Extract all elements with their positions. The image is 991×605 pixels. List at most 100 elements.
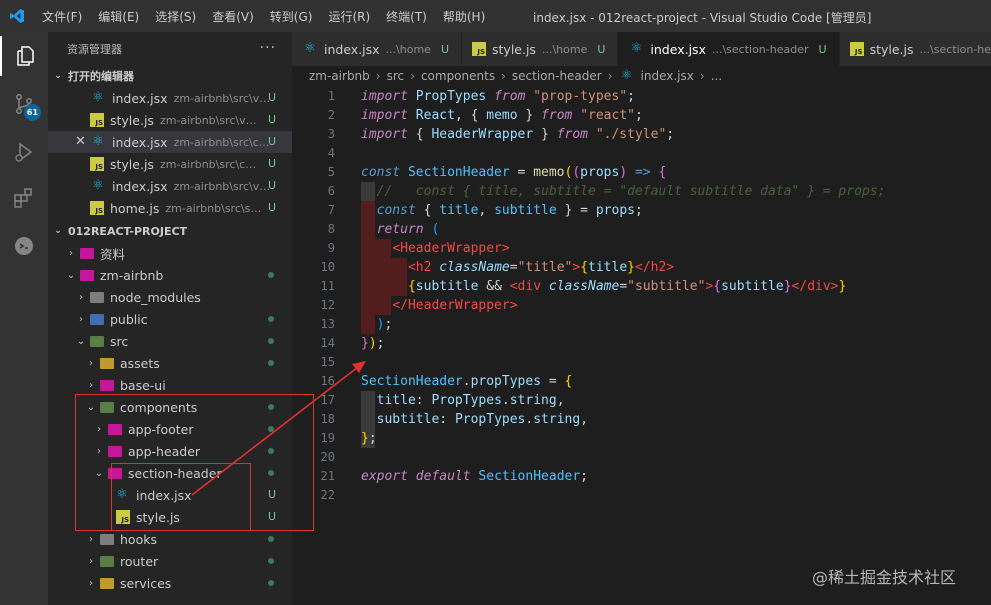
code-line[interactable]: ); bbox=[361, 315, 393, 334]
code-token: } bbox=[533, 127, 557, 142]
menu-view[interactable]: 查看(V) bbox=[204, 8, 262, 25]
code-token: . bbox=[501, 393, 510, 408]
folder-icon bbox=[80, 270, 94, 281]
menu-terminal[interactable]: 终端(T) bbox=[378, 8, 435, 25]
code-token: { bbox=[564, 374, 573, 389]
code-token: <div bbox=[509, 279, 542, 294]
breadcrumb-item[interactable]: index.jsx bbox=[641, 69, 694, 83]
code-line[interactable]: <h2 className="title">{title}</h2> bbox=[361, 258, 674, 277]
tree-folder[interactable]: › services bbox=[48, 572, 292, 594]
breadcrumb-item[interactable]: components bbox=[421, 69, 495, 83]
chevron-right-icon: › bbox=[69, 247, 73, 259]
code-line[interactable]: }); bbox=[361, 334, 384, 353]
code-line[interactable]: import PropTypes from "prop-types"; bbox=[361, 87, 635, 106]
extensions-icon[interactable] bbox=[0, 178, 48, 218]
js-file-icon: JS bbox=[849, 42, 864, 56]
tree-folder[interactable]: ⌄ zm-airbnb bbox=[48, 264, 292, 286]
code-token: , bbox=[580, 412, 589, 427]
code-token: title bbox=[439, 203, 479, 218]
code-line[interactable]: return ( bbox=[361, 220, 440, 239]
code-line[interactable]: <HeaderWrapper> bbox=[361, 239, 509, 258]
tree-folder[interactable]: › base-ui bbox=[48, 374, 292, 396]
menu-help[interactable]: 帮助(H) bbox=[435, 8, 493, 25]
code-line[interactable]: import { HeaderWrapper } from "./style"; bbox=[361, 125, 674, 144]
code-line[interactable]: SectionHeader.propTypes = { bbox=[361, 372, 572, 391]
react-file-icon: ⚛ bbox=[620, 68, 633, 83]
code-token: HeaderWrapper bbox=[431, 127, 534, 142]
chevron-down-icon: ⌄ bbox=[76, 335, 86, 347]
explorer-icon[interactable] bbox=[0, 36, 48, 76]
file-path: zm-airbnb\src\vi... bbox=[173, 91, 272, 105]
open-editor-item[interactable]: JS style.js zm-airbnb\src\co... U bbox=[48, 153, 292, 175]
watermark: @稀土掘金技术社区 bbox=[812, 568, 957, 587]
source-control-badge: 61 bbox=[24, 104, 41, 121]
code-line[interactable]: export default SectionHeader; bbox=[361, 467, 588, 486]
tree-folder[interactable]: › 资料 bbox=[48, 242, 292, 264]
breadcrumb-item[interactable]: section-header bbox=[512, 69, 602, 83]
line-number: 6 bbox=[327, 184, 335, 198]
menu-file[interactable]: 文件(F) bbox=[34, 8, 90, 25]
code-line[interactable]: // const { title, subtitle = "default su… bbox=[361, 182, 886, 201]
run-debug-icon[interactable] bbox=[0, 132, 48, 172]
code-token: } = bbox=[556, 203, 596, 218]
code-editor[interactable]: 1 2 3 4 5 6 7 8 9 10 11 12 13 14 15 16 1… bbox=[292, 86, 991, 605]
code-token: "subtitle" bbox=[627, 279, 706, 294]
breadcrumb-item[interactable]: zm-airbnb bbox=[309, 69, 370, 83]
tab-style-section-header[interactable]: JS style.js ...\section-hea bbox=[839, 32, 991, 66]
menu-selection[interactable]: 选择(S) bbox=[147, 8, 204, 25]
tree-folder[interactable]: › assets bbox=[48, 352, 292, 374]
open-editor-item[interactable]: JS style.js zm-airbnb\src\vie... U bbox=[48, 109, 292, 131]
code-line[interactable]: const SectionHeader = memo((props) => { bbox=[361, 163, 666, 182]
code-token: ; bbox=[634, 203, 643, 218]
close-icon[interactable]: ✕ bbox=[75, 134, 86, 149]
code-token: ; bbox=[376, 336, 385, 351]
open-editor-item-active[interactable]: ✕ ⚛ index.jsx zm-airbnb\src\c... U bbox=[48, 131, 292, 153]
code-line[interactable]: }; bbox=[361, 429, 377, 448]
tree-folder[interactable]: › router bbox=[48, 550, 292, 572]
folder-name: assets bbox=[120, 355, 160, 371]
tab-index-home[interactable]: ⚛ index.jsx ...\home U bbox=[292, 32, 463, 66]
tab-index-section-header[interactable]: ⚛ index.jsx ...\section-header U bbox=[618, 32, 840, 66]
code-token: title bbox=[376, 393, 416, 408]
folder-icon bbox=[100, 578, 114, 589]
code-line[interactable]: import React, { memo } from "react"; bbox=[361, 106, 643, 125]
open-editor-item[interactable]: ⚛ index.jsx zm-airbnb\src\vi... U bbox=[48, 175, 292, 197]
tree-folder[interactable]: › hooks bbox=[48, 528, 292, 550]
source-control-icon[interactable] bbox=[0, 84, 48, 124]
code-line[interactable]: const { title, subtitle } = props; bbox=[361, 201, 643, 220]
code-token: from bbox=[494, 89, 526, 104]
menu-run[interactable]: 运行(R) bbox=[320, 8, 378, 25]
tab-path: ...\home bbox=[541, 42, 588, 56]
menu-go[interactable]: 转到(G) bbox=[262, 8, 321, 25]
tree-folder[interactable]: ⌄ src bbox=[48, 330, 292, 352]
code-token: import bbox=[361, 89, 408, 104]
line-number: 2 bbox=[327, 108, 335, 122]
open-editor-item[interactable]: ⚛ index.jsx zm-airbnb\src\vi... U bbox=[48, 87, 292, 109]
code-token: export bbox=[361, 469, 408, 484]
breadcrumb-item[interactable]: src bbox=[387, 69, 405, 83]
more-actions-icon[interactable]: ··· bbox=[260, 40, 276, 56]
tree-folder[interactable]: › public bbox=[48, 308, 292, 330]
code-token: default bbox=[415, 469, 471, 484]
breadcrumb-item[interactable]: ... bbox=[711, 69, 722, 83]
menu-edit[interactable]: 编辑(E) bbox=[90, 8, 147, 25]
code-line[interactable]: {subtitle && <div className="subtitle">{… bbox=[361, 277, 846, 296]
open-editors-header[interactable]: ⌄ 打开的编辑器 bbox=[48, 65, 292, 87]
tab-style-home[interactable]: JS style.js ...\home U bbox=[462, 32, 619, 66]
open-editor-item[interactable]: JS home.js zm-airbnb\src\st... U bbox=[48, 197, 292, 219]
chevron-right-icon: › bbox=[501, 69, 506, 83]
file-name: index.jsx bbox=[112, 90, 168, 106]
project-header[interactable]: ⌄ 012REACT-PROJECT bbox=[48, 220, 292, 242]
code-line[interactable]: subtitle: PropTypes.string, bbox=[361, 410, 588, 429]
code-line[interactable]: </HeaderWrapper> bbox=[361, 296, 517, 315]
code-line[interactable]: title: PropTypes.string, bbox=[361, 391, 565, 410]
file-name: home.js bbox=[110, 200, 160, 216]
code-token: "title" bbox=[517, 260, 573, 275]
tree-folder[interactable]: › node_modules bbox=[48, 286, 292, 308]
line-number: 7 bbox=[327, 203, 335, 217]
chat-icon[interactable] bbox=[0, 226, 48, 266]
